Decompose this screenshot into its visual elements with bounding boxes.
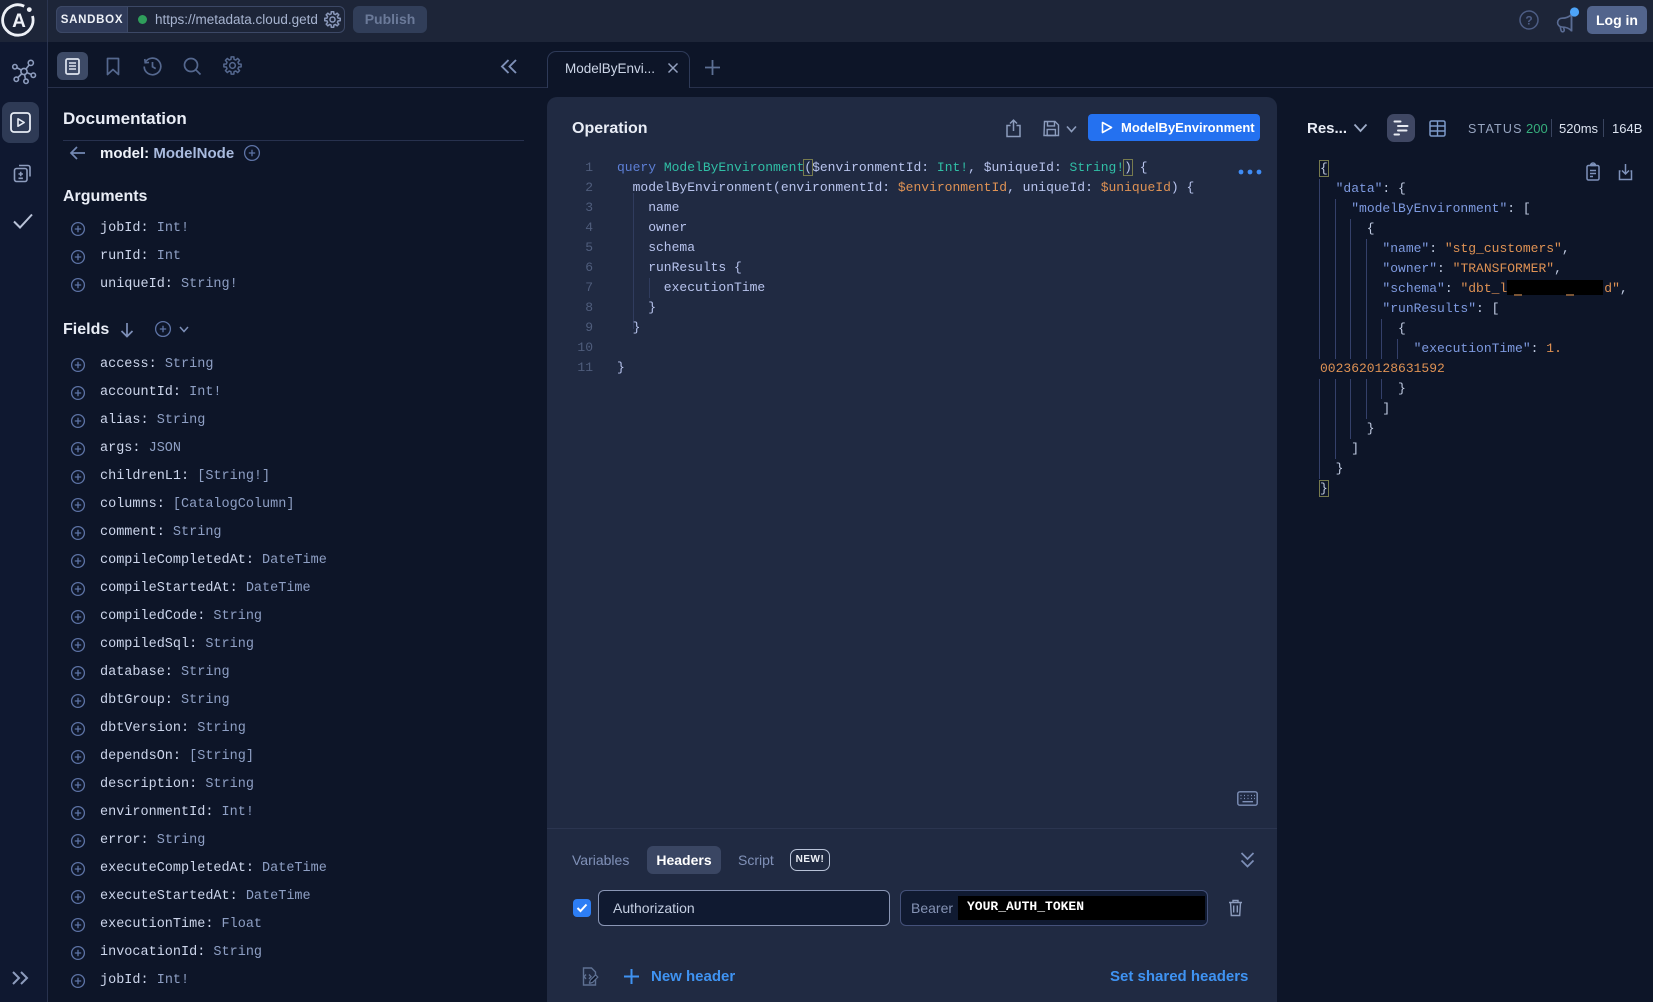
svg-text:A: A: [12, 11, 26, 32]
svg-text:?: ?: [1525, 14, 1532, 28]
